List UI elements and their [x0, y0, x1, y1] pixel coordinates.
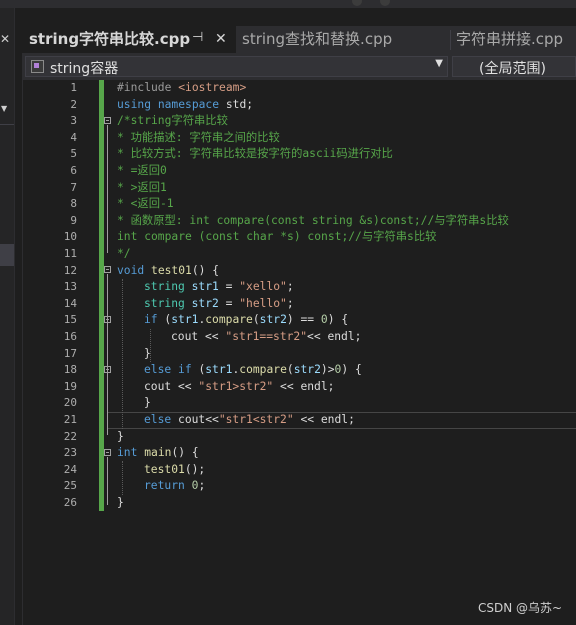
title-strip — [0, 0, 576, 8]
code-line-15: if (str1.compare(str2) == 0) { — [144, 313, 349, 327]
line-number: 19 — [63, 379, 77, 393]
global-scope-dropdown[interactable]: (全局范围) — [452, 56, 576, 77]
document-tab-bar: string字符串比较.cpp ⊣ ✕ string查找和替换.cpp 字符串拼… — [22, 26, 576, 53]
line-number: 9 — [70, 213, 77, 227]
code-line-5: * 比较方式: 字符串比较是按字符的ascii码进行对比 — [117, 147, 393, 161]
code-line-19: cout << "str1>str2" << endl; — [144, 379, 335, 393]
line-number: 11 — [63, 247, 77, 260]
project-scope-dropdown[interactable]: string容器 ▼ — [25, 56, 448, 77]
close-tab-icon[interactable]: ✕ — [215, 26, 227, 52]
close-icon[interactable]: ✕ — [0, 32, 10, 46]
watermark-text: CSDN @乌苏~ — [478, 601, 563, 615]
tab-label: string字符串比较.cpp — [29, 30, 191, 48]
line-number: 7 — [70, 180, 77, 194]
code-line-8: * <返回-1 — [117, 197, 174, 211]
code-line-23: int main() { — [117, 446, 199, 460]
code-line-22: } — [117, 429, 124, 443]
code-line-3: /*string字符串比较 — [117, 114, 228, 128]
fold-region-line — [107, 457, 108, 505]
code-line-6: * =返回0 — [117, 164, 167, 177]
line-number: 10 — [63, 230, 77, 244]
line-number: 17 — [63, 346, 77, 360]
line-number: 25 — [63, 479, 77, 493]
line-number: 2 — [70, 97, 77, 111]
line-number: 16 — [63, 330, 77, 343]
fold-region-line — [107, 125, 108, 253]
line-number: 12 — [63, 263, 77, 277]
line-number: 24 — [63, 462, 77, 476]
line-number: 4 — [70, 130, 77, 144]
fold-region-line — [107, 274, 108, 435]
code-line-24: test01(); — [144, 462, 206, 476]
fold-toggle-icon[interactable] — [104, 366, 111, 373]
chevron-down-icon[interactable]: ▼ — [435, 58, 443, 69]
line-number: 6 — [70, 164, 77, 177]
fold-toggle-icon[interactable] — [104, 316, 111, 323]
line-number: 22 — [63, 429, 77, 443]
line-number: 8 — [70, 197, 77, 211]
tab-label: string查找和替换.cpp — [242, 30, 393, 48]
change-indicator-bar — [99, 80, 104, 511]
line-number: 14 — [63, 296, 77, 310]
line-number: 23 — [63, 446, 77, 460]
global-scope-label: (全局范围) — [479, 61, 546, 77]
code-line-18: else if (str1.compare(str2)>0) { — [144, 363, 362, 377]
navigation-bar: string容器 ▼ (全局范围) — [22, 53, 576, 80]
line-number: 21 — [63, 413, 77, 426]
tab-string-concat[interactable]: 字符串拼接.cpp — [454, 26, 576, 53]
window-control-icon[interactable] — [352, 0, 362, 6]
line-number: 26 — [63, 496, 77, 509]
fold-toggle-icon[interactable] — [104, 449, 111, 456]
project-icon — [31, 60, 44, 73]
indent-guide — [122, 461, 123, 495]
tab-string-compare[interactable]: string字符串比较.cpp ⊣ ✕ — [22, 26, 236, 53]
code-line-7: * >返回1 — [117, 180, 167, 194]
selected-tree-item[interactable] — [0, 244, 14, 266]
code-line-9: * 函数原型: int compare(const string &s)cons… — [117, 213, 509, 227]
code-line-20: } — [144, 396, 151, 410]
code-line-25: return 0; — [144, 479, 206, 493]
code-line-2: using namespace std; — [117, 97, 254, 111]
line-number: 20 — [63, 396, 77, 410]
line-number: 18 — [63, 363, 77, 377]
tab-label: 字符串拼接.cpp — [456, 30, 564, 48]
line-number: 13 — [63, 280, 77, 294]
indent-guide — [122, 279, 123, 429]
chevron-down-icon[interactable]: ▼ — [1, 104, 7, 113]
code-line-4: * 功能描述: 字符串之间的比较 — [117, 130, 280, 144]
code-line-26: } — [117, 496, 124, 509]
scope-label: string容器 — [50, 61, 119, 77]
code-editor[interactable]: 1 2 3 4 5 6 7 8 9 10 11 12 13 14 15 16 1… — [22, 80, 576, 625]
line-number: 1 — [70, 81, 77, 94]
panel-divider — [0, 124, 14, 125]
solution-explorer-panel: ✕ ▼ — [0, 8, 15, 625]
fold-toggle-icon[interactable] — [104, 266, 111, 273]
pin-icon[interactable]: ⊣ — [192, 25, 203, 51]
code-line-10: int compare (const char *s) const;//与字符串… — [117, 230, 437, 244]
code-line-12: void test01() { — [117, 263, 220, 277]
window-control-icon[interactable] — [380, 0, 390, 6]
code-line-14: string str2 = "hello"; — [144, 296, 294, 310]
line-number: 5 — [70, 147, 77, 161]
code-line-21: else cout<<"str1<str2" << endl; — [144, 413, 355, 426]
code-line-13: string str1 = "xello"; — [144, 280, 294, 294]
code-line-17: } — [144, 346, 151, 360]
fold-toggle-icon[interactable] — [104, 117, 111, 124]
tab-string-find-replace[interactable]: string查找和替换.cpp — [240, 26, 450, 53]
code-line-16: cout << "str1==str2"<< endl; — [171, 330, 362, 343]
code-line-1: #include <iostream> — [117, 81, 247, 94]
tab-divider — [450, 30, 451, 50]
line-number: 15 — [63, 313, 77, 327]
code-line-11: */ — [117, 247, 131, 260]
line-number: 3 — [70, 114, 77, 128]
